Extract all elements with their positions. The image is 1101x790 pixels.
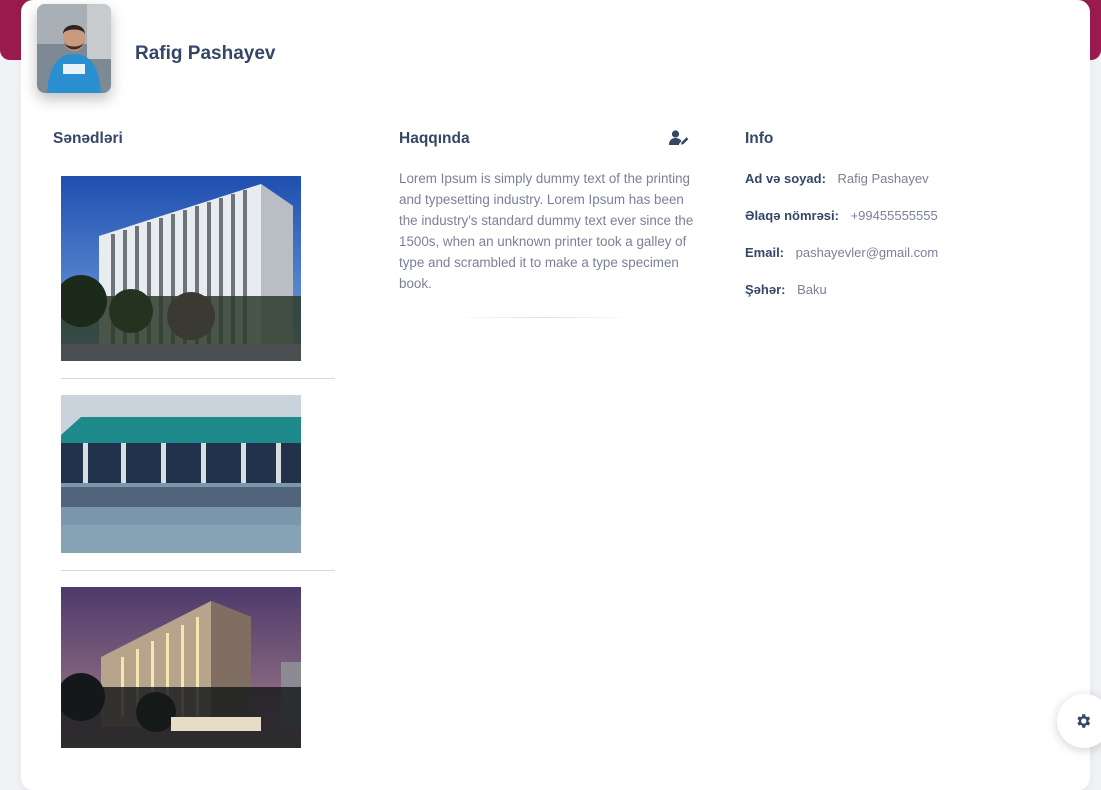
info-row-phone: Əlaqə nömrəsi: +99455555555 [745, 208, 938, 223]
document-divider [61, 570, 335, 571]
info-value: Baku [797, 282, 827, 297]
avatar [37, 4, 111, 93]
building-photo-3[interactable] [61, 587, 301, 748]
building-photo-2[interactable] [61, 395, 301, 553]
info-row-city: Şəhər: Baku [745, 282, 827, 297]
info-title: Info [745, 130, 774, 147]
profile-name: Rafig Pashayev [135, 43, 276, 64]
info-value: Rafig Pashayev [837, 171, 929, 186]
info-row-name: Ad və soyad: Rafig Pashayev [745, 171, 929, 186]
info-label: Ad və soyad: [745, 171, 826, 186]
building-photo-1[interactable] [61, 176, 301, 361]
gear-icon [1077, 714, 1091, 728]
about-text: Lorem Ipsum is simply dummy text of the … [399, 171, 694, 291]
info-value: +99455555555 [850, 208, 938, 223]
profile-card: Rafig Pashayev Sənədləri Haqqında Lorem … [21, 0, 1090, 790]
info-label: Əlaqə nömrəsi: [745, 208, 839, 223]
info-label: Şəhər: [745, 282, 786, 297]
user-edit-icon[interactable] [669, 130, 691, 148]
about-title: Haqqında [399, 130, 470, 147]
info-label: Email: [745, 245, 785, 260]
documents-title: Sənədləri [53, 130, 123, 147]
info-value: pashayevler@gmail.com [795, 245, 939, 260]
document-divider [61, 378, 335, 379]
info-row-email: Email: pashayevler@gmail.com [745, 245, 938, 260]
about-divider [451, 317, 636, 318]
